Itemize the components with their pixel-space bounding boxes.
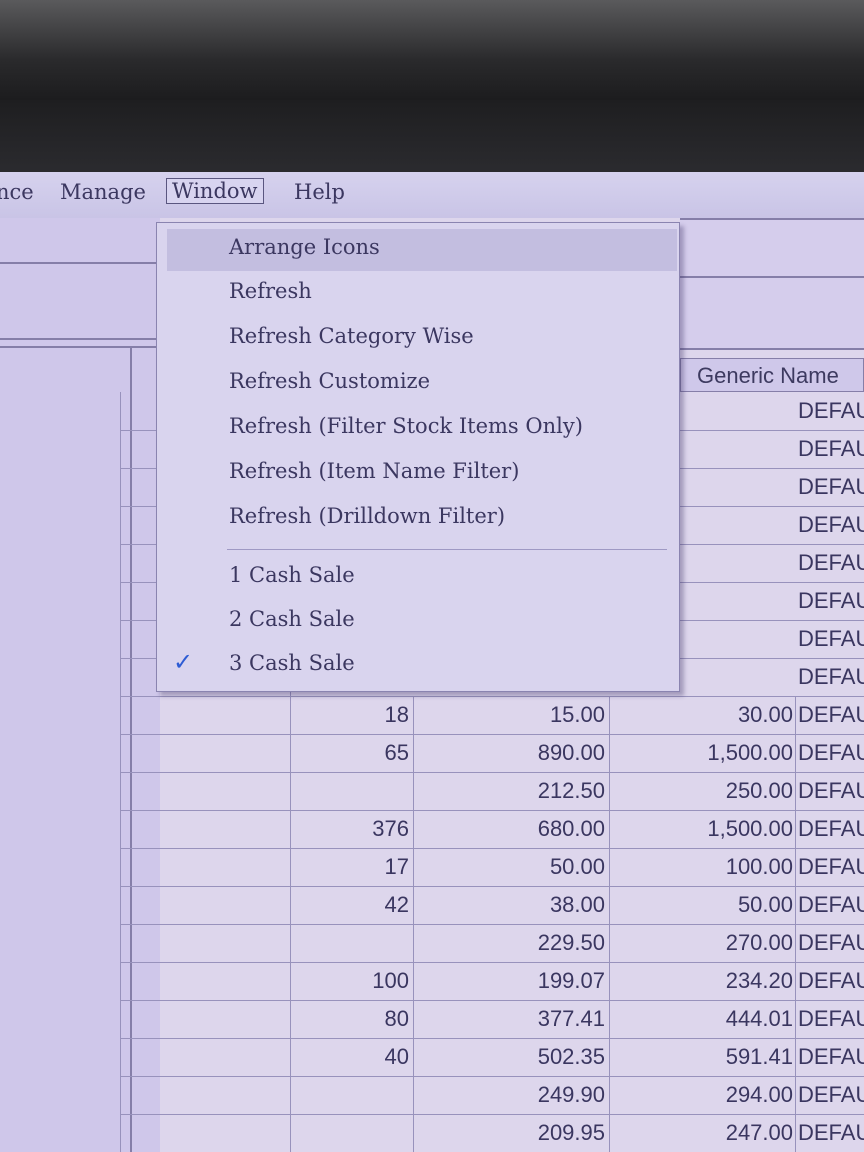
generic-cell: DEFAULT GENEF [798, 892, 864, 917]
menu-item-arrange-icons[interactable]: Arrange Icons [229, 235, 380, 259]
generic-cell: DEFAULT GENEI [798, 702, 864, 727]
menu-window[interactable]: Window [166, 178, 264, 204]
rate-cell: 502.35 [414, 1038, 610, 1076]
mrp-cell: 250.00 [610, 772, 796, 810]
mrp-cell: 234.20 [610, 962, 796, 1000]
mrp-cell: 444.01 [610, 1000, 796, 1038]
mrp-cell: 247.00 [610, 1114, 796, 1152]
generic-cell: DEFAULT GENE [798, 588, 864, 613]
menu-manage[interactable]: Manage [60, 180, 146, 204]
generic-cell: DEFAULT GENE [798, 550, 864, 575]
qty-cell [290, 1114, 414, 1152]
menu-bar: nce Manage Window Help [0, 172, 864, 218]
rate-cell: 377.41 [414, 1000, 610, 1038]
rate-cell: 199.07 [414, 962, 610, 1000]
right-header-panel [680, 218, 864, 350]
mrp-cell: 1,500.00 [610, 734, 796, 772]
qty-cell: 18 [290, 696, 414, 734]
rate-cell: 38.00 [414, 886, 610, 924]
rate-cell: 50.00 [414, 848, 610, 886]
menu-item-refresh-item-name-filter[interactable]: Refresh (Item Name Filter) [229, 459, 519, 483]
table-row[interactable]: 212.50 250.00 DEFAULT GENEF [120, 772, 864, 811]
mrp-cell: 100.00 [610, 848, 796, 886]
table-row[interactable]: 229.50 270.00 DEFAULT GENEF [120, 924, 864, 963]
rate-cell: 212.50 [414, 772, 610, 810]
mrp-cell: 270.00 [610, 924, 796, 962]
menu-item-refresh[interactable]: Refresh [229, 279, 312, 303]
menu-item-refresh-filter-stock[interactable]: Refresh (Filter Stock Items Only) [229, 414, 583, 438]
rate-cell: 209.95 [414, 1114, 610, 1152]
rate-cell: 249.90 [414, 1076, 610, 1114]
column-header-generic-name[interactable]: Generic Name [680, 358, 864, 392]
menu-item-refresh-customize[interactable]: Refresh Customize [229, 369, 430, 393]
qty-cell: 100 [290, 962, 414, 1000]
rate-cell: 680.00 [414, 810, 610, 848]
qty-cell: 80 [290, 1000, 414, 1038]
menu-item-refresh-category-wise[interactable]: Refresh Category Wise [229, 324, 474, 348]
checkmark-icon: ✓ [173, 648, 194, 676]
window-menu-dropdown: Arrange Icons Refresh Refresh Category W… [156, 222, 680, 692]
rate-cell: 229.50 [414, 924, 610, 962]
menu-item-refresh-drilldown-filter[interactable]: Refresh (Drilldown Filter) [229, 504, 505, 528]
menu-separator [227, 549, 667, 550]
rate-cell: 15.00 [414, 696, 610, 734]
table-row[interactable]: 17 50.00 100.00 DEFAULT GENEF [120, 848, 864, 887]
qty-cell [290, 924, 414, 962]
table-row[interactable]: 65 890.00 1,500.00 DEFAULT GENEI [120, 734, 864, 773]
table-row[interactable]: 18 15.00 30.00 DEFAULT GENEI [120, 696, 864, 735]
generic-cell: DEFAULT GENE [798, 512, 864, 537]
generic-cell: DEFAULT GENEI [798, 740, 864, 765]
generic-cell: DEFAULT GENEF [798, 1006, 864, 1031]
table-row[interactable]: 80 377.41 444.01 DEFAULT GENEF [120, 1000, 864, 1039]
generic-cell: DEFAULT GENE [798, 436, 864, 461]
qty-cell [290, 772, 414, 810]
mrp-cell: 30.00 [610, 696, 796, 734]
qty-cell: 65 [290, 734, 414, 772]
table-row[interactable]: 42 38.00 50.00 DEFAULT GENEF [120, 886, 864, 925]
mrp-cell: 50.00 [610, 886, 796, 924]
mrp-cell: 294.00 [610, 1076, 796, 1114]
generic-cell: DEFAULT GENEF [798, 968, 864, 993]
rate-cell: 890.00 [414, 734, 610, 772]
qty-cell: 376 [290, 810, 414, 848]
monitor-bezel-edge [0, 100, 864, 178]
generic-cell: DEFAULT GENE [798, 664, 864, 689]
generic-cell: DEFAULT GENEF [798, 930, 864, 955]
menu-item-window-2[interactable]: 2 Cash Sale [229, 607, 355, 631]
generic-cell: DEFAULT GENEF [798, 1044, 864, 1069]
qty-cell: 40 [290, 1038, 414, 1076]
generic-cell: DEFAULT GENE [798, 626, 864, 651]
table-row[interactable]: 100 199.07 234.20 DEFAULT GENEF [120, 962, 864, 1001]
menu-finance[interactable]: nce [0, 180, 34, 204]
menu-item-window-1[interactable]: 1 Cash Sale [229, 563, 355, 587]
generic-cell: DEFAULT GENE [798, 398, 864, 423]
generic-cell: DEFAULT GENEF [798, 1082, 864, 1107]
generic-cell: DEFAULT GENEF [798, 816, 864, 841]
generic-cell: DEFAULT GENEF [798, 778, 864, 803]
mrp-cell: 1,500.00 [610, 810, 796, 848]
table-row[interactable]: 40 502.35 591.41 DEFAULT GENEF [120, 1038, 864, 1077]
generic-cell: DEFAULT GENE [798, 474, 864, 499]
table-row[interactable]: 376 680.00 1,500.00 DEFAULT GENEF [120, 810, 864, 849]
app-screen: nce Manage Window Help Generic Name DEFA… [0, 172, 864, 1152]
qty-cell: 42 [290, 886, 414, 924]
generic-cell: DEFAULT GENEF [798, 1120, 864, 1145]
menu-help[interactable]: Help [294, 180, 345, 204]
generic-cell: DEFAULT GENEF [798, 854, 864, 879]
qty-cell [290, 1076, 414, 1114]
table-row[interactable]: 209.95 247.00 DEFAULT GENEF [120, 1114, 864, 1152]
qty-cell: 17 [290, 848, 414, 886]
menu-item-window-3[interactable]: 3 Cash Sale [229, 651, 355, 675]
monitor-bezel [0, 0, 864, 100]
mrp-cell: 591.41 [610, 1038, 796, 1076]
table-row[interactable]: 249.90 294.00 DEFAULT GENEF [120, 1076, 864, 1115]
